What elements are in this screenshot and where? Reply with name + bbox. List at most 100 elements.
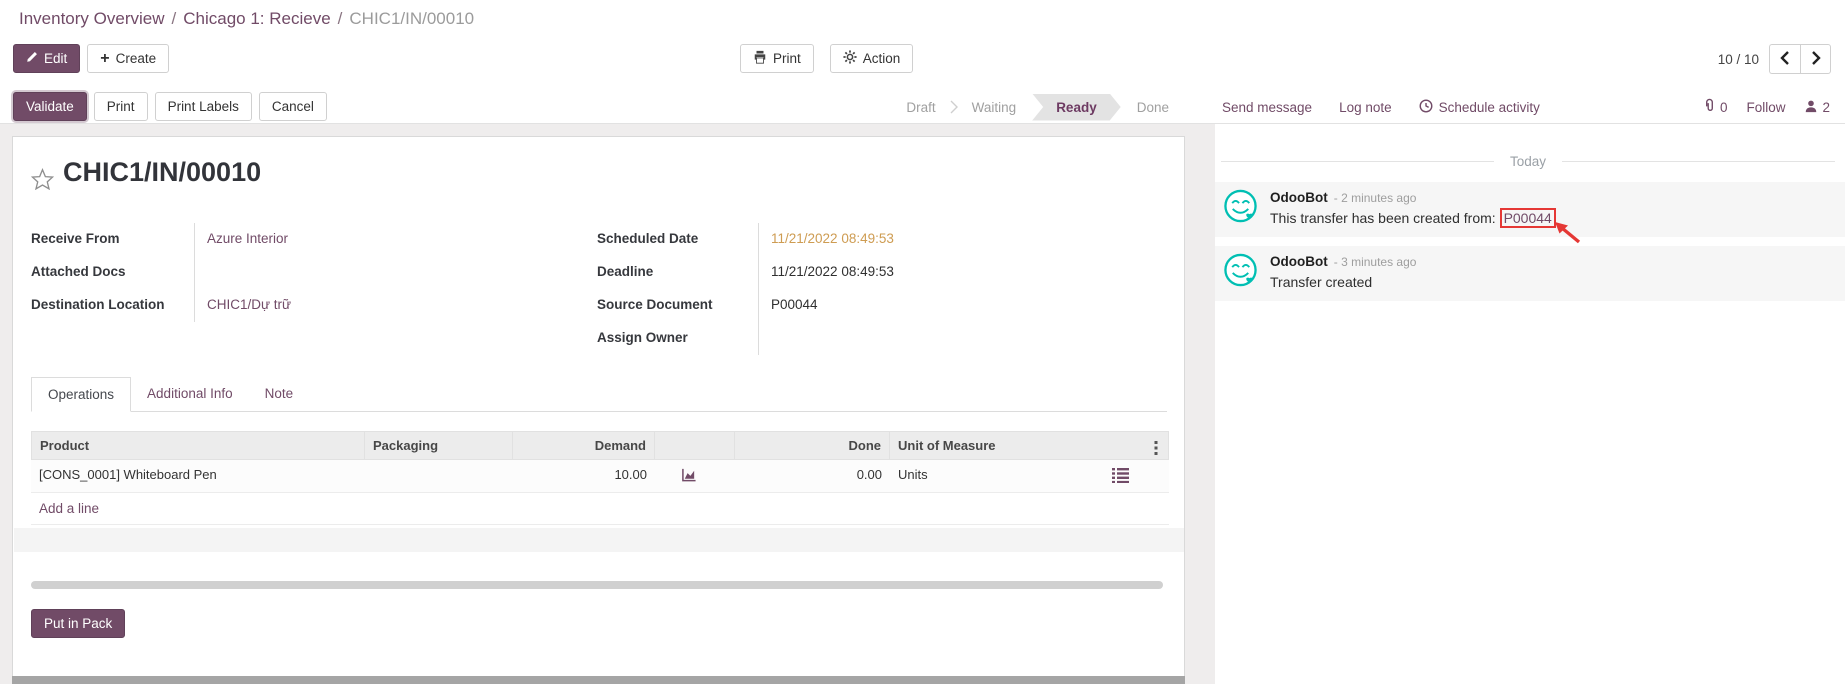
- detailed-operations-icon[interactable]: [1112, 467, 1129, 486]
- column-header-spacer: [655, 431, 735, 460]
- pager-counter: 10 / 10: [1717, 51, 1759, 67]
- optional-columns-icon[interactable]: [1154, 440, 1158, 459]
- receive-from-link[interactable]: Azure Interior: [207, 231, 288, 246]
- chatter-topbar: Send message Log note Schedule activity …: [1222, 90, 1845, 124]
- column-header-uom-label: Unit of Measure: [898, 438, 996, 453]
- horizontal-scrollbar[interactable]: [31, 581, 1163, 589]
- column-header-demand[interactable]: Demand: [513, 431, 655, 460]
- print-button[interactable]: Print: [740, 44, 814, 73]
- pager-next-button[interactable]: [1800, 44, 1831, 74]
- field-receive-from: Receive From Azure Interior: [31, 223, 597, 256]
- empty-row-band: [14, 528, 1184, 552]
- column-header-uom[interactable]: Unit of Measure: [890, 431, 1169, 460]
- assign-owner-value[interactable]: [758, 322, 1157, 355]
- statusbar-steps: Draft Waiting Ready Done: [892, 90, 1183, 124]
- breadcrumb-current: CHIC1/IN/00010: [349, 9, 475, 28]
- cell-uom[interactable]: Units: [890, 460, 1169, 493]
- destination-location-link[interactable]: CHIC1/Dự trữ: [207, 297, 291, 312]
- date-divider: Today: [1221, 154, 1835, 169]
- create-button-label: Create: [115, 51, 157, 66]
- message-author[interactable]: OdooBot: [1270, 254, 1328, 269]
- validate-button-label: Validate: [26, 99, 74, 114]
- cell-packaging[interactable]: [365, 460, 513, 493]
- scheduled-date-value[interactable]: 11/21/2022 08:49:53: [758, 223, 1157, 256]
- status-step-waiting[interactable]: Waiting: [958, 100, 1031, 115]
- cell-demand[interactable]: 10.00: [513, 460, 655, 493]
- cell-product[interactable]: [CONS_0001] Whiteboard Pen: [31, 460, 365, 493]
- field-assign-owner: Assign Owner: [597, 322, 1157, 355]
- action-button[interactable]: Action: [829, 44, 914, 73]
- message-author[interactable]: OdooBot: [1270, 190, 1328, 205]
- field-value[interactable]: [194, 256, 597, 289]
- notebook-tabs: Operations Additional Info Note: [31, 377, 1167, 412]
- message-timestamp: - 3 minutes ago: [1333, 255, 1417, 269]
- pager: 10 / 10: [1718, 44, 1831, 74]
- status-step-draft[interactable]: Draft: [892, 100, 949, 115]
- cell-done[interactable]: 0.00: [735, 460, 890, 493]
- pager-previous-button[interactable]: [1769, 44, 1800, 74]
- follow-button[interactable]: Follow: [1746, 100, 1785, 115]
- plus-icon: +: [100, 49, 110, 67]
- date-divider-label: Today: [1509, 154, 1547, 169]
- attachment-count: 0: [1719, 99, 1728, 115]
- attachments-button[interactable]: 0: [1703, 98, 1728, 116]
- cancel-button[interactable]: Cancel: [258, 92, 327, 121]
- add-a-line-button[interactable]: Add a line: [31, 493, 1169, 525]
- page-horizontal-scrollbar[interactable]: [12, 676, 1185, 684]
- column-header-packaging[interactable]: Packaging: [365, 431, 513, 460]
- status-step-ready[interactable]: Ready: [1032, 94, 1121, 121]
- print-labels-button-label: Print Labels: [167, 99, 239, 114]
- status-step-done[interactable]: Done: [1123, 100, 1183, 115]
- favorite-star-icon[interactable]: [30, 167, 55, 195]
- field-value: Azure Interior: [194, 223, 597, 256]
- breadcrumb-link-inventory-overview[interactable]: Inventory Overview: [19, 9, 165, 28]
- source-document-link[interactable]: P00044: [1499, 208, 1556, 228]
- log-note-button[interactable]: Log note: [1339, 100, 1392, 115]
- tab-note[interactable]: Note: [249, 377, 310, 412]
- tab-operations[interactable]: Operations: [31, 377, 132, 412]
- send-message-button[interactable]: Send message: [1222, 100, 1312, 115]
- field-destination-location: Destination Location CHIC1/Dự trữ: [31, 289, 597, 322]
- field-group-right: Scheduled Date 11/21/2022 08:49:53 Deadl…: [597, 223, 1157, 355]
- chatter-topbar-right: 0 Follow 2: [1703, 98, 1830, 116]
- put-in-pack-button[interactable]: Put in Pack: [31, 609, 126, 638]
- document-title: CHIC1/IN/00010: [63, 157, 262, 187]
- message-item: OdooBot - 2 minutes ago This transfer has…: [1215, 182, 1845, 244]
- edit-button-label: Edit: [44, 51, 68, 66]
- column-header-product[interactable]: Product: [31, 431, 365, 460]
- followers-button[interactable]: 2: [1804, 99, 1830, 116]
- tab-additional-info[interactable]: Additional Info: [131, 377, 249, 412]
- odoobot-avatar: [1223, 253, 1258, 293]
- clock-icon: [1419, 99, 1433, 116]
- print-report-button[interactable]: Print: [93, 92, 148, 121]
- schedule-activity-button[interactable]: Schedule activity: [1419, 99, 1540, 116]
- pager-buttons: [1769, 44, 1831, 74]
- validate-button[interactable]: Validate: [13, 92, 87, 121]
- source-document-value[interactable]: P00044: [758, 289, 1157, 322]
- app-window: Inventory Overview / Chicago 1: Recieve / CH…: [0, 0, 1845, 684]
- gear-icon: [843, 50, 857, 67]
- message-item: OdooBot - 3 minutes ago Transfer created: [1215, 246, 1845, 301]
- breadcrumb-link-picking-type[interactable]: Chicago 1: Recieve: [183, 9, 330, 28]
- follower-count: 2: [1822, 99, 1830, 115]
- divider-line: [1221, 161, 1494, 162]
- chevron-separator-icon: [950, 99, 958, 115]
- edit-button[interactable]: Edit: [13, 44, 81, 73]
- print-report-button-label: Print: [106, 99, 135, 114]
- document-action-buttons: Print Action: [740, 44, 914, 73]
- print-labels-button[interactable]: Print Labels: [154, 92, 252, 121]
- put-in-pack-label: Put in Pack: [44, 616, 113, 631]
- cancel-button-label: Cancel: [271, 99, 314, 114]
- form-action-buttons: Edit + Create: [13, 44, 170, 73]
- field-label: Assign Owner: [597, 330, 688, 345]
- column-header-done[interactable]: Done: [735, 431, 890, 460]
- action-button-label: Action: [862, 51, 901, 66]
- forecast-chart-icon[interactable]: [681, 468, 697, 485]
- person-icon: [1804, 99, 1818, 116]
- paperclip-icon: [1703, 98, 1716, 116]
- notebook: Operations Additional Info Note Product …: [31, 377, 1169, 525]
- create-button[interactable]: + Create: [87, 44, 170, 73]
- operations-table: Product Packaging Demand Done Unit of Me…: [31, 431, 1169, 525]
- message-body-text: This transfer has been created from:: [1270, 210, 1500, 226]
- deadline-value[interactable]: 11/21/2022 08:49:53: [758, 256, 1157, 289]
